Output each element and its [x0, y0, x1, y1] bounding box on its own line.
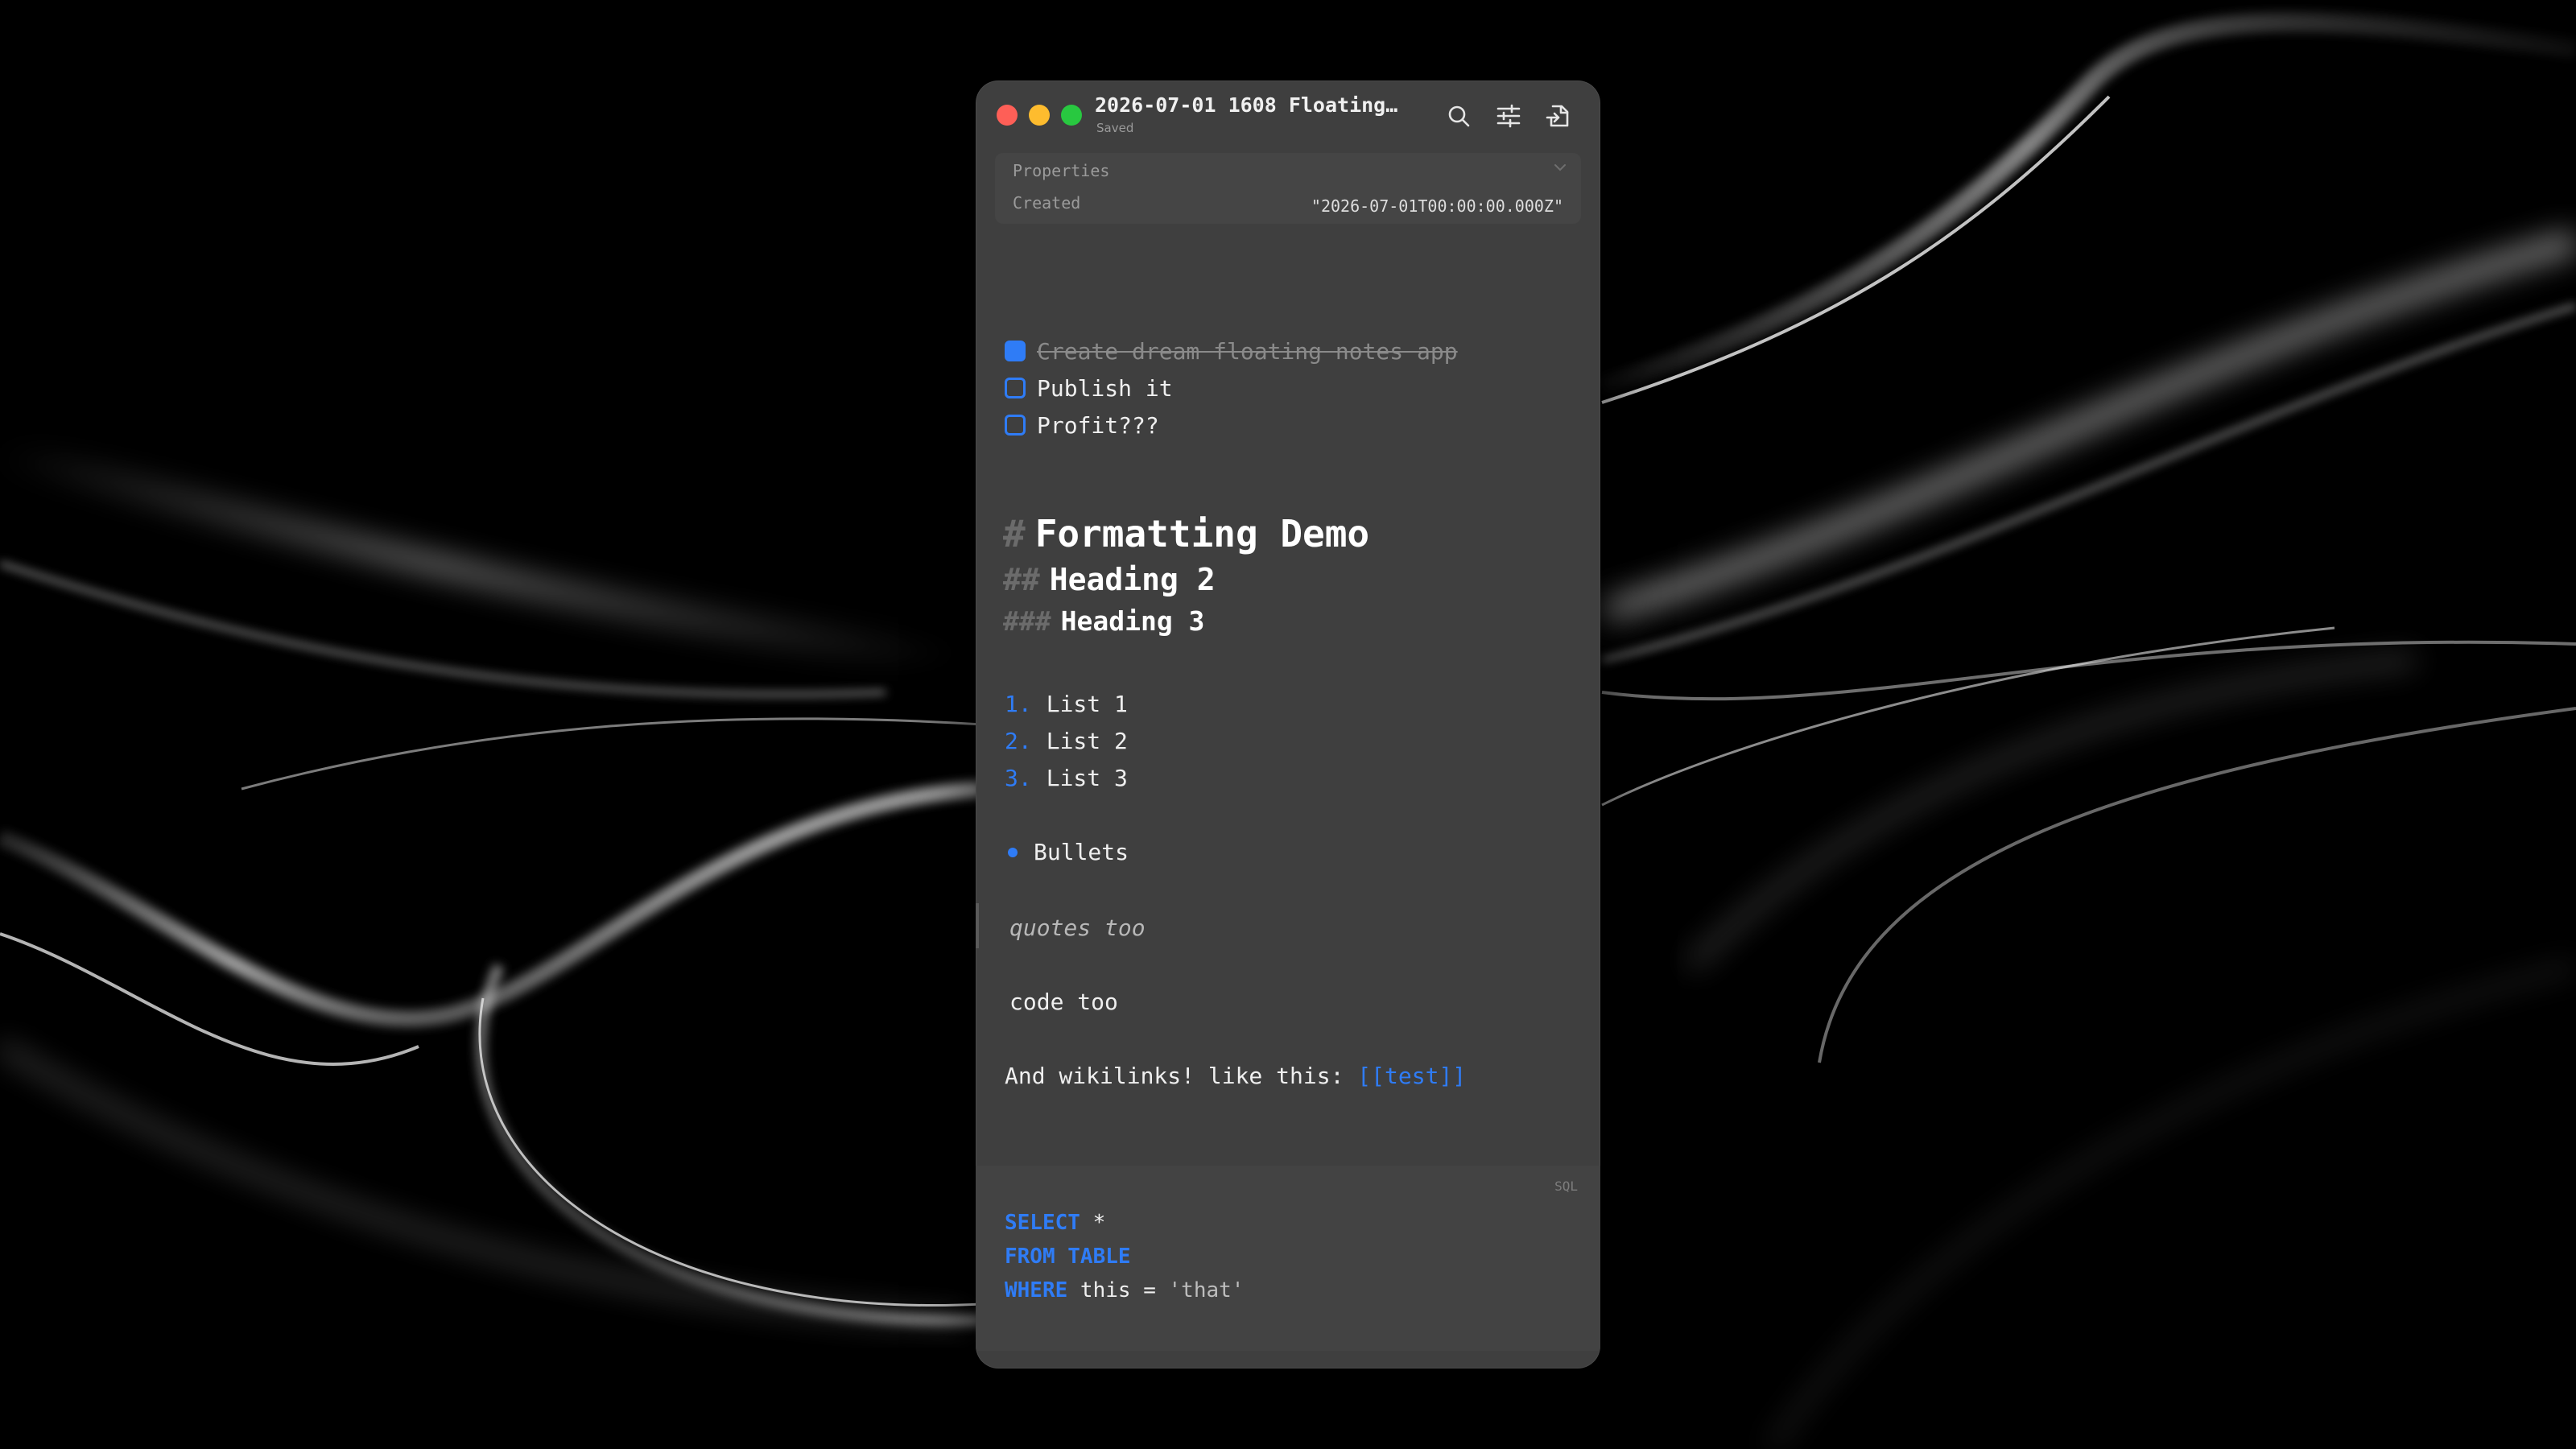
minimize-window-button[interactable] [1029, 105, 1050, 126]
task-text: Publish it [1037, 374, 1173, 402]
task-checkbox[interactable] [1005, 378, 1026, 398]
code-line: SELECT * [1005, 1211, 1105, 1235]
list-number: 2. [1005, 728, 1032, 754]
code-keyword: WHERE [1005, 1278, 1068, 1302]
code-block: SQL SELECT * FROM TABLE WHERE this = 'th… [976, 1166, 1600, 1351]
code-string: 'that' [1168, 1278, 1245, 1302]
note-title: 2026-07-01 1608 Floating… [1095, 93, 1398, 117]
export-icon[interactable] [1544, 101, 1573, 130]
blockquote: quotes too [1009, 914, 1146, 941]
task-item: Profit??? [1005, 409, 1159, 441]
list-text: List 2 [1046, 728, 1128, 754]
list-item: 2. List 2 [1005, 728, 1128, 754]
bullet-item: Bullets [1005, 839, 1129, 865]
task-item: Create dream floating notes app [1005, 335, 1458, 367]
code-text: * [1080, 1211, 1106, 1235]
properties-header[interactable]: Properties [1013, 161, 1109, 180]
code-line: WHERE this = 'that' [1005, 1278, 1244, 1302]
heading-text: Heading 3 [1060, 605, 1205, 637]
bullet-dot-icon [1008, 847, 1018, 857]
property-key: Created [1013, 193, 1081, 213]
save-status: Saved [1096, 121, 1134, 135]
chevron-down-icon[interactable] [1550, 158, 1570, 177]
task-text: Profit??? [1037, 411, 1159, 439]
task-checkbox[interactable] [1005, 415, 1026, 436]
heading-marker: ## [1003, 562, 1040, 597]
code-keyword: SELECT [1005, 1211, 1080, 1235]
search-icon[interactable] [1444, 101, 1473, 130]
list-number: 1. [1005, 691, 1032, 717]
code-keyword: FROM TABLE [1005, 1245, 1131, 1269]
inline-code: code too [1009, 989, 1118, 1015]
list-item: 1. List 1 [1005, 691, 1128, 717]
list-text: List 1 [1046, 691, 1128, 717]
titlebar: 2026-07-01 1608 Floating… Saved [976, 80, 1600, 148]
heading-3: ### Heading 3 [1003, 605, 1204, 637]
list-number: 3. [1005, 765, 1032, 791]
heading-2: ## Heading 2 [1003, 562, 1216, 597]
list-text: List 3 [1046, 765, 1128, 791]
wikilink-prefix: And wikilinks! like this: [1005, 1063, 1358, 1089]
wikilink-paragraph: And wikilinks! like this: [[test]] [1005, 1063, 1466, 1089]
property-value[interactable]: "2026-07-01T00:00:00.000Z" [1311, 196, 1563, 216]
code-language-label: SQL [1554, 1179, 1578, 1194]
sliders-icon[interactable] [1494, 101, 1523, 130]
close-window-button[interactable] [997, 105, 1018, 126]
heading-marker: ### [1003, 605, 1051, 637]
notes-window: 2026-07-01 1608 Floating… Saved Properti… [976, 80, 1600, 1368]
heading-text: Formatting Demo [1034, 512, 1370, 555]
properties-panel: Properties Created "2026-07-01T00:00:00.… [995, 153, 1581, 224]
task-text: Create dream floating notes app [1037, 337, 1458, 365]
code-line: FROM TABLE [1005, 1245, 1131, 1269]
task-item: Publish it [1005, 372, 1173, 404]
heading-marker: # [1003, 512, 1026, 555]
list-item: 3. List 3 [1005, 765, 1128, 791]
zoom-window-button[interactable] [1061, 105, 1082, 126]
code-text: this = [1067, 1278, 1169, 1302]
bullet-text: Bullets [1034, 839, 1129, 865]
quote-bar [976, 903, 979, 948]
task-checkbox[interactable] [1005, 341, 1026, 361]
wikilink[interactable]: [[test]] [1357, 1063, 1466, 1089]
heading-1: # Formatting Demo [1003, 512, 1369, 555]
heading-text: Heading 2 [1049, 562, 1216, 597]
